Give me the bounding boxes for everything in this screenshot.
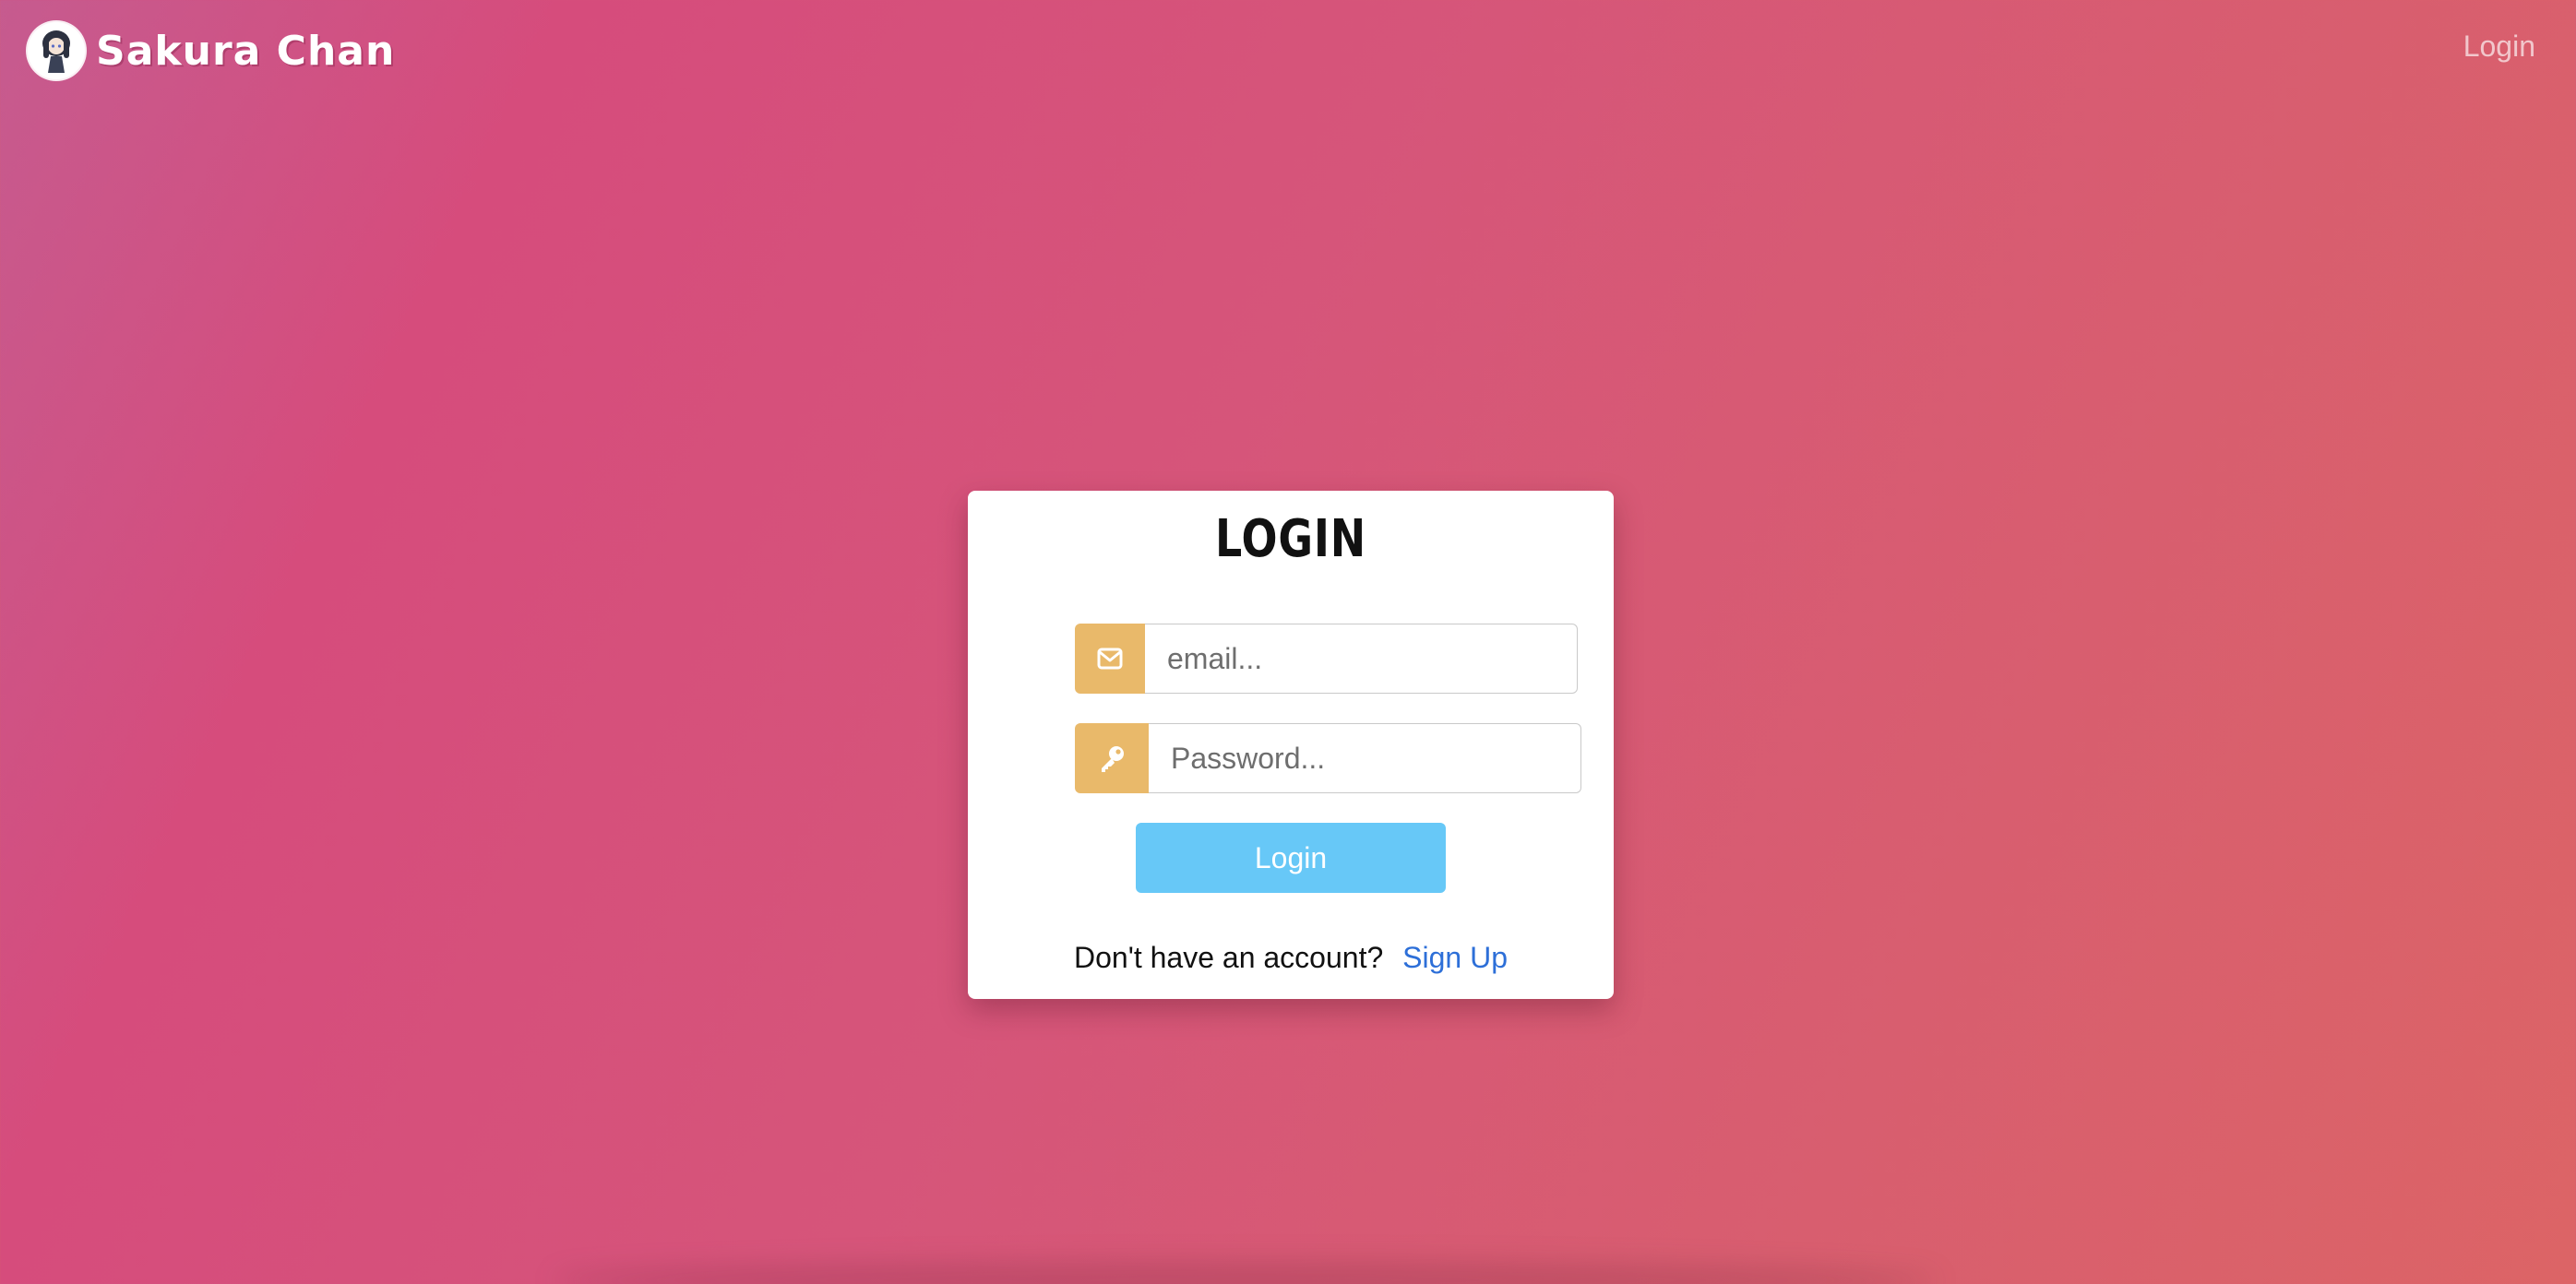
brand-name: Sakura Chan	[96, 27, 396, 75]
password-input-group	[1075, 723, 1581, 793]
anime-avatar-icon	[28, 22, 85, 79]
email-input-group	[1075, 624, 1578, 694]
signup-prompt: Don't have an account?	[1074, 941, 1384, 974]
bottom-shadow	[554, 1262, 1938, 1284]
signup-row: Don't have an account? Sign Up	[968, 941, 1614, 975]
login-button[interactable]: Login	[1136, 823, 1446, 893]
login-card: LOGIN Login Don't have an account? Sign …	[968, 491, 1614, 999]
key-icon	[1075, 723, 1149, 793]
navbar: Sakura Chan Login	[0, 0, 2576, 103]
envelope-icon	[1075, 624, 1145, 694]
nav-login-link[interactable]: Login	[2463, 30, 2535, 64]
signup-link[interactable]: Sign Up	[1402, 941, 1508, 974]
login-title: LOGIN	[1215, 509, 1366, 569]
brand[interactable]: Sakura Chan	[28, 22, 395, 79]
email-field[interactable]	[1145, 624, 1578, 694]
password-field[interactable]	[1149, 723, 1581, 793]
